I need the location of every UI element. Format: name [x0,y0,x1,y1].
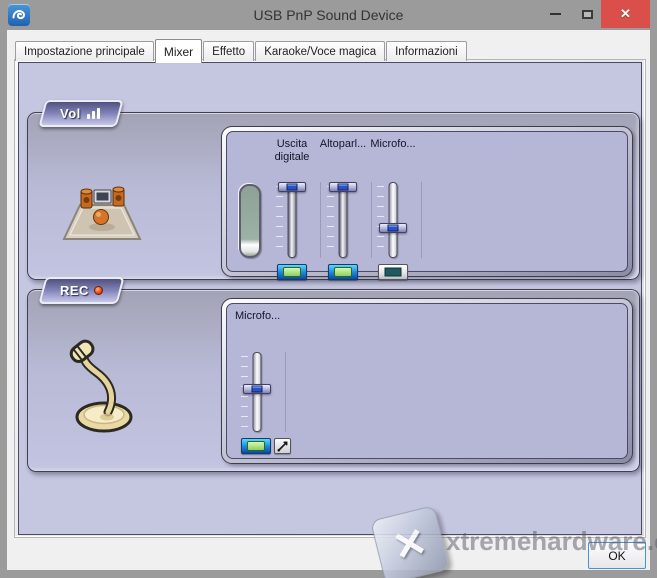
ok-button[interactable]: OK [588,542,646,569]
mute-button-microfono-play[interactable] [378,264,408,280]
slider-altoparlanti[interactable] [326,182,360,258]
record-panel-frame: Microfo... [221,298,633,464]
slider-rail [285,352,286,432]
mixer-tab-page: Vol [18,62,642,535]
close-button[interactable]: ✕ [601,0,650,28]
tab-karaoke-voce-magica[interactable]: Karaoke/Voce magica [255,41,385,61]
slider-track[interactable] [389,182,398,258]
slider-thumb-altoparlanti[interactable] [329,182,357,192]
app-window: USB PnP Sound Device ✕ Impostazione prin… [0,0,657,578]
slider-ticks [377,186,384,254]
minimize-icon [550,13,561,15]
playback-panel-frame: Uscita digitale Altoparl... Microfo... [221,126,633,277]
mute-button-microfono-rec[interactable] [241,438,271,454]
volume-bars-icon [86,107,102,120]
slider-thumb-microfono-rec[interactable] [243,384,271,394]
tab-impostazione-principale[interactable]: Impostazione principale [15,41,154,61]
slider-microfono-play[interactable] [376,182,410,258]
tab-mixer[interactable]: Mixer [155,39,202,63]
mute-button-altoparlanti[interactable] [328,264,358,280]
tab-informazioni[interactable]: Informazioni [386,41,467,61]
channel-label-microfono-rec: Microfo... [235,310,280,323]
record-dot-icon [94,286,103,295]
slider-rail [371,182,372,258]
channel-label-uscita-digitale: Uscita digitale [265,138,319,164]
vol-badge-label: Vol [60,106,81,121]
maximize-icon [582,10,593,19]
record-group: REC [27,289,640,472]
microphone-illustration [60,338,146,436]
slider-rail [320,182,321,258]
slider-rail [421,182,422,258]
tab-effetto[interactable]: Effetto [203,41,254,61]
mute-button-uscita-digitale[interactable] [277,264,307,280]
rec-badge-label: REC [60,283,89,298]
maximize-button[interactable] [572,0,602,28]
record-panel: Microfo... [226,303,628,459]
titlebar: USB PnP Sound Device ✕ [0,0,657,30]
slider-track[interactable] [288,182,297,258]
vu-meter [239,184,261,258]
slider-thumb-uscita-digitale[interactable] [278,182,306,192]
mic-settings-button[interactable] [274,438,291,454]
slider-track[interactable] [339,182,348,258]
slider-ticks [276,186,283,254]
slider-microfono-rec[interactable] [240,352,274,432]
minimize-button[interactable] [540,0,570,28]
channel-label-microfono: Microfo... [367,138,419,151]
vol-badge: Vol [38,100,123,127]
dialog-body: Impostazione principale Mixer Effetto Ka… [7,30,650,570]
tab-frame: Vol [14,59,646,538]
slider-uscita-digitale[interactable] [275,182,309,258]
rec-badge: REC [38,277,124,304]
slider-ticks [327,186,334,254]
playback-volume-group: Vol [27,112,640,280]
channel-label-altoparlanti: Altoparl... [317,138,369,151]
tab-strip: Impostazione principale Mixer Effetto Ka… [15,39,468,61]
slider-thumb-microfono-play[interactable] [379,223,407,233]
wrench-icon [277,441,288,452]
playback-panel: Uscita digitale Altoparl... Microfo... [226,131,628,272]
desktop-speakers-illustration [56,155,148,249]
